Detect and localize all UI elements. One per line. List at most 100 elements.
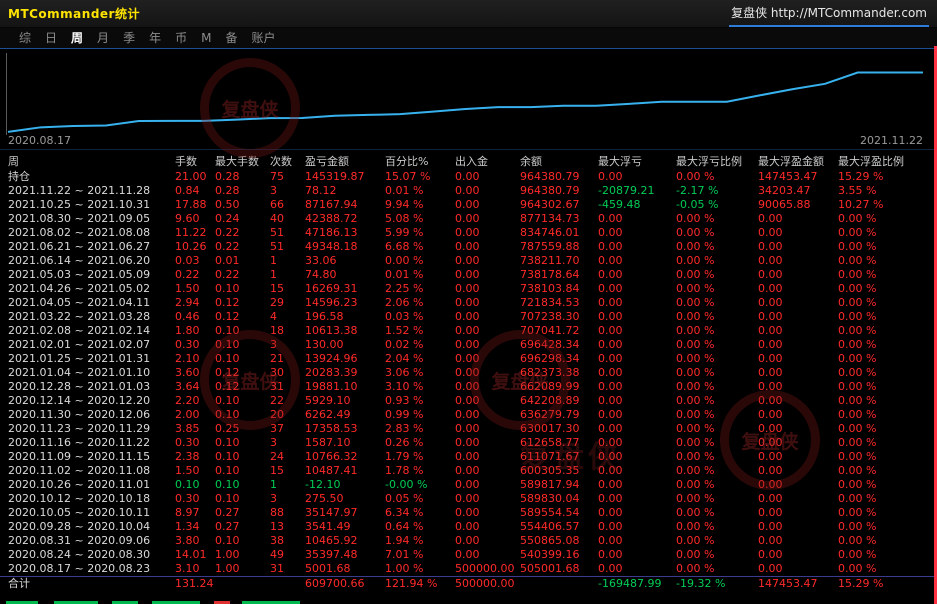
cell: 15 — [270, 464, 305, 478]
table-row[interactable]: 2021.01.04 ~ 2021.01.103.600.123020283.3… — [0, 366, 937, 380]
cell: 0.00 — [598, 520, 676, 534]
cell: 87167.94 — [305, 198, 385, 212]
table-row[interactable]: 2021.06.14 ~ 2021.06.200.030.01133.060.0… — [0, 254, 937, 268]
table-row[interactable]: 2020.09.28 ~ 2020.10.041.340.27133541.49… — [0, 520, 937, 534]
cell: 19881.10 — [305, 380, 385, 394]
cell: 0.10 — [215, 324, 270, 338]
table-row[interactable]: 持仓21.000.2875145319.8715.07 %0.00964380.… — [0, 170, 937, 184]
cell: 21 — [270, 352, 305, 366]
cell: 88 — [270, 506, 305, 520]
cell: 17358.53 — [305, 422, 385, 436]
cell: 0.00 — [598, 534, 676, 548]
cell: 0.00 % — [385, 254, 455, 268]
cell: 0.00 — [598, 408, 676, 422]
table-row[interactable]: 2021.01.25 ~ 2021.01.312.100.102113924.9… — [0, 352, 937, 366]
table-row[interactable]: 2020.08.17 ~ 2020.08.233.101.00315001.68… — [0, 562, 937, 576]
cell: 0.50 — [215, 198, 270, 212]
cell: 31 — [270, 380, 305, 394]
cell: 0.00 — [455, 198, 520, 212]
table-row[interactable]: 2020.10.26 ~ 2020.11.010.100.101-12.10-0… — [0, 478, 937, 492]
table-row[interactable]: 2020.11.23 ~ 2020.11.293.850.253717358.5… — [0, 422, 937, 436]
cell: 0.00 % — [838, 296, 928, 310]
cell: 0.00 % — [676, 310, 758, 324]
table-row[interactable]: 2020.08.24 ~ 2020.08.3014.011.004935397.… — [0, 548, 937, 562]
cell: -459.48 — [598, 198, 676, 212]
menu-item-6[interactable]: 年 — [142, 28, 168, 48]
cell: 35397.48 — [305, 548, 385, 562]
cell: 0.00 % — [838, 380, 928, 394]
menu-item-4[interactable]: 月 — [90, 28, 116, 48]
table-row[interactable]: 2021.06.21 ~ 2021.06.2710.260.225149348.… — [0, 240, 937, 254]
cell: 3.55 % — [838, 184, 928, 198]
cell: 0.10 — [215, 282, 270, 296]
cell: 0.30 — [175, 436, 215, 450]
table-row[interactable]: 2020.10.12 ~ 2020.10.180.300.103275.500.… — [0, 492, 937, 506]
cell: 0.26 % — [385, 436, 455, 450]
cell: 66 — [270, 198, 305, 212]
table-row[interactable]: 2020.10.05 ~ 2020.10.118.970.278835147.9… — [0, 506, 937, 520]
table-row[interactable]: 2021.04.05 ~ 2021.04.112.940.122914596.2… — [0, 296, 937, 310]
cell: 0.00 — [455, 464, 520, 478]
table-row[interactable]: 2021.05.03 ~ 2021.05.090.220.22174.800.0… — [0, 268, 937, 282]
table-row[interactable]: 2021.02.08 ~ 2021.02.141.800.101810613.3… — [0, 324, 937, 338]
menu-item-5[interactable]: 季 — [116, 28, 142, 48]
table-row[interactable]: 2020.11.16 ~ 2020.11.220.300.1031587.100… — [0, 436, 937, 450]
table-row[interactable]: 2021.08.30 ~ 2021.09.059.600.244042388.7… — [0, 212, 937, 226]
table-row[interactable]: 2021.04.26 ~ 2021.05.021.500.101516269.3… — [0, 282, 937, 296]
cell: 持仓 — [8, 170, 175, 184]
menu-item-10[interactable]: 账户 — [244, 28, 282, 48]
menu-item-9[interactable]: 备 — [218, 28, 244, 48]
cell: 0.00 — [758, 226, 838, 240]
cell: 0.02 % — [385, 338, 455, 352]
menu-item-2[interactable]: 日 — [38, 28, 64, 48]
cell: 0.00 — [758, 422, 838, 436]
table-row[interactable]: 2021.11.22 ~ 2021.11.280.840.28378.120.0… — [0, 184, 937, 198]
table-row[interactable]: 2021.08.02 ~ 2021.08.0811.220.225147186.… — [0, 226, 937, 240]
cell: 0.24 — [215, 212, 270, 226]
cell: 1 — [270, 478, 305, 492]
cell: 1.78 % — [385, 464, 455, 478]
cell: 0.00 — [758, 282, 838, 296]
cell: 612658.77 — [520, 436, 598, 450]
cell: 2.00 — [175, 408, 215, 422]
menu-item-8[interactable]: M — [194, 28, 218, 48]
cell: 630017.30 — [520, 422, 598, 436]
cell: 3.80 — [175, 534, 215, 548]
cell: 3.10 — [175, 562, 215, 576]
cell: 0.12 — [215, 310, 270, 324]
cell: 2020.09.28 ~ 2020.10.04 — [8, 520, 175, 534]
table-row[interactable]: 2021.10.25 ~ 2021.10.3117.880.506687167.… — [0, 198, 937, 212]
cell: 4 — [270, 310, 305, 324]
table-row[interactable]: 2021.02.01 ~ 2021.02.070.300.103130.000.… — [0, 338, 937, 352]
cell: 3541.49 — [305, 520, 385, 534]
cell: 0.00 % — [838, 240, 928, 254]
cell: 0.00 % — [838, 254, 928, 268]
menu-item-7[interactable]: 币 — [168, 28, 194, 48]
cell: 0.00 — [598, 352, 676, 366]
table-row[interactable]: 2020.11.30 ~ 2020.12.062.000.10206262.49… — [0, 408, 937, 422]
brand-link[interactable]: 复盘侠 http://MTCommander.com — [729, 1, 929, 27]
cell: 0.00 — [758, 352, 838, 366]
cell: 0.00 % — [676, 268, 758, 282]
cell: 0.00 % — [676, 380, 758, 394]
table-row[interactable]: 2020.08.31 ~ 2020.09.063.800.103810465.9… — [0, 534, 937, 548]
cell: 0.00 — [455, 352, 520, 366]
cell: 18 — [270, 324, 305, 338]
column-header: 最大浮盈金额 — [758, 155, 838, 169]
cell: 0.00 % — [838, 282, 928, 296]
cell: 0.00 % — [676, 352, 758, 366]
cell: 0.00 — [758, 464, 838, 478]
cell: 47186.13 — [305, 226, 385, 240]
cell: 0.00 — [758, 268, 838, 282]
cell: 2.94 — [175, 296, 215, 310]
table-row[interactable]: 2020.12.28 ~ 2021.01.033.640.123119881.1… — [0, 380, 937, 394]
table-row[interactable]: 2020.11.09 ~ 2020.11.152.380.102410766.3… — [0, 450, 937, 464]
table-row[interactable]: 2020.12.14 ~ 2020.12.202.200.10225929.10… — [0, 394, 937, 408]
cell: -20879.21 — [598, 184, 676, 198]
menu-item-3[interactable]: 周 — [64, 28, 90, 48]
table-row[interactable]: 2020.11.02 ~ 2020.11.081.500.101510487.4… — [0, 464, 937, 478]
menu-item-1[interactable]: 综 — [12, 28, 38, 48]
table-row[interactable]: 2021.03.22 ~ 2021.03.280.460.124196.580.… — [0, 310, 937, 324]
column-header: 最大浮盈比例 — [838, 155, 928, 169]
cell: 24 — [270, 450, 305, 464]
